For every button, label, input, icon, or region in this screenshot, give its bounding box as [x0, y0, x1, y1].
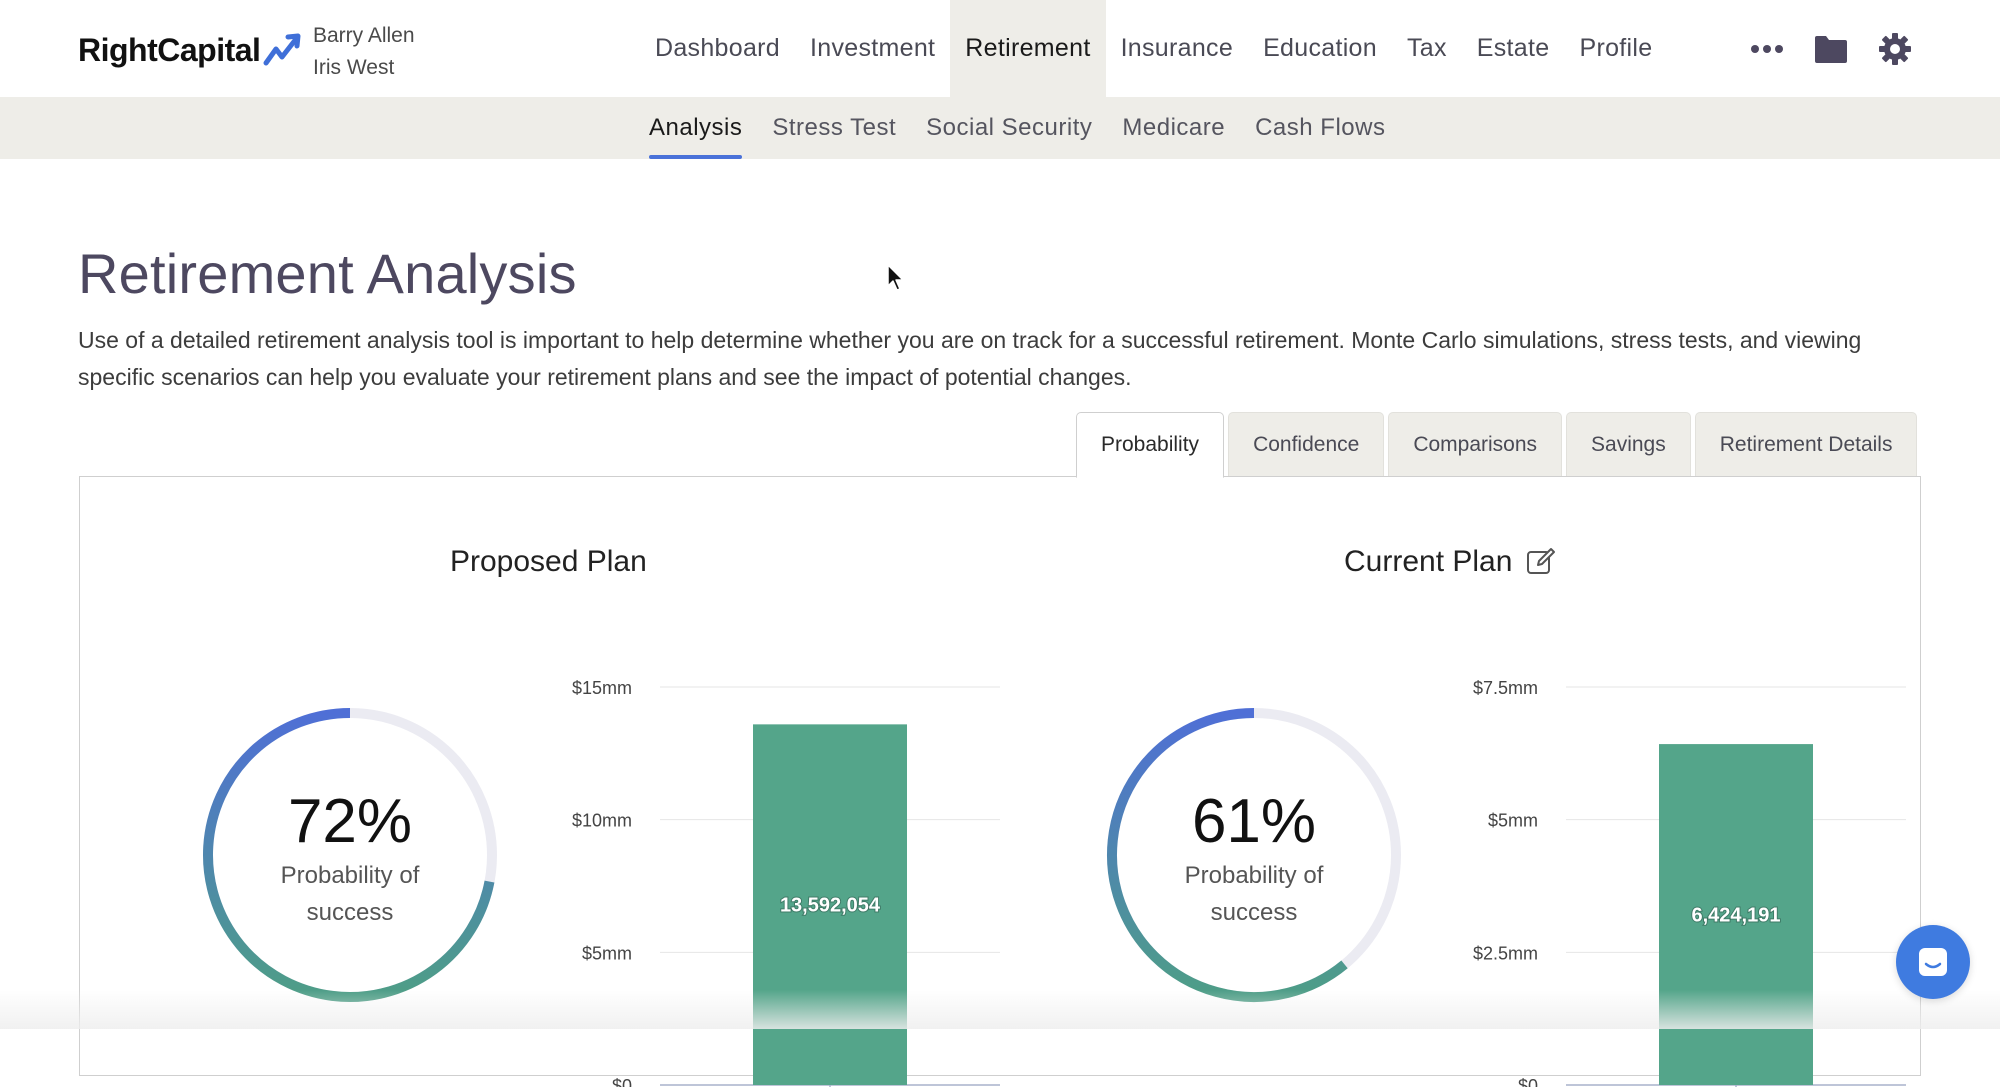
y-tick-label: $5mm	[1488, 811, 1538, 831]
subnav-social-security[interactable]: Social Security	[911, 97, 1107, 159]
bar-chart-svg: $0 $2.5mm $5mm $7.5mm 6,424,191	[1473, 678, 1906, 1092]
probability-panel: Proposed Plan 72% Probability of success…	[79, 476, 1921, 1092]
probability-label: Probability of success	[1184, 862, 1324, 926]
page-title: Retirement Analysis	[78, 242, 577, 305]
subnav-analysis[interactable]: Analysis	[634, 97, 757, 159]
nav-profile[interactable]: Profile	[1564, 0, 1667, 97]
nav-estate[interactable]: Estate	[1462, 0, 1565, 97]
tab-comparisons[interactable]: Comparisons	[1388, 412, 1563, 477]
proposed-probability-gauge: 72% Probability of success	[200, 705, 500, 1005]
tab-probability[interactable]: Probability	[1076, 412, 1225, 478]
y-tick-label: $5mm	[582, 943, 632, 963]
y-tick-label: $0	[612, 1076, 632, 1087]
chat-launcher-button[interactable]	[1896, 925, 1970, 999]
y-tick-label: $7.5mm	[1473, 678, 1538, 698]
tab-confidence[interactable]: Confidence	[1228, 412, 1385, 477]
brand-name: RightCapital	[78, 31, 261, 68]
y-tick-label: $15mm	[572, 678, 632, 698]
current-plan-title-text: Current Plan	[1344, 545, 1513, 578]
nav-education[interactable]: Education	[1248, 0, 1392, 97]
more-icon[interactable]	[1735, 0, 1799, 97]
top-navigation-bar: RightCapital Barry Allen Iris West Dashb…	[0, 0, 2000, 97]
client-names[interactable]: Barry Allen Iris West	[313, 20, 415, 84]
proposed-plan-title: Proposed Plan	[450, 545, 647, 579]
nav-icon-group	[1735, 0, 1927, 97]
current-plan-title: Current Plan	[1344, 545, 1556, 579]
current-bar-chart: $0 $2.5mm $5mm $7.5mm 6,424,191	[1456, 667, 1916, 1092]
nav-insurance[interactable]: Insurance	[1106, 0, 1249, 97]
nav-dashboard[interactable]: Dashboard	[640, 0, 795, 97]
chat-icon	[1919, 948, 1947, 976]
client-name-primary: Barry Allen	[313, 24, 415, 47]
probability-value: 61%	[1191, 787, 1317, 856]
client-name-spouse: Iris West	[313, 56, 395, 79]
mouse-cursor-icon	[887, 264, 904, 291]
proposed-bar-chart: $0 $5mm $10mm $15mm 13,592,054	[550, 667, 1010, 1092]
y-tick-label: $10mm	[572, 811, 632, 831]
subnav-medicare[interactable]: Medicare	[1107, 97, 1240, 159]
proposed-plan-title-text: Proposed Plan	[450, 545, 647, 578]
analysis-tabs: Probability Confidence Comparisons Savin…	[1076, 412, 1918, 478]
bar-chart-svg: $0 $5mm $10mm $15mm 13,592,054	[572, 678, 1000, 1092]
folder-icon[interactable]	[1799, 0, 1863, 97]
sub-navigation-bar: Analysis Stress Test Social Security Med…	[0, 97, 2000, 159]
probability-value: 72%	[287, 787, 413, 856]
y-tick-label: $0	[1518, 1076, 1538, 1087]
subnav-cash-flows[interactable]: Cash Flows	[1240, 97, 1400, 159]
brand-logo[interactable]: RightCapital	[78, 30, 304, 70]
gear-icon[interactable]	[1863, 0, 1927, 97]
nav-retirement[interactable]: Retirement	[950, 0, 1106, 97]
tab-savings[interactable]: Savings	[1566, 412, 1691, 477]
brand-arrow-icon	[263, 33, 301, 66]
nav-investment[interactable]: Investment	[795, 0, 950, 97]
bar-data-label: 6,424,191	[1692, 905, 1781, 927]
tab-retirement-details[interactable]: Retirement Details	[1694, 412, 1918, 477]
y-tick-label: $2.5mm	[1473, 943, 1538, 963]
edit-icon[interactable]	[1526, 547, 1556, 577]
bar-data-label: 13,592,054	[780, 895, 881, 917]
current-probability-gauge: 61% Probability of success	[1104, 705, 1404, 1005]
page-description: Use of a detailed retirement analysis to…	[78, 327, 1862, 390]
nav-tax[interactable]: Tax	[1392, 0, 1462, 97]
main-nav: Dashboard Investment Retirement Insuranc…	[640, 0, 1667, 97]
subnav-stress-test[interactable]: Stress Test	[757, 97, 911, 159]
probability-label: Probability of success	[280, 862, 420, 926]
